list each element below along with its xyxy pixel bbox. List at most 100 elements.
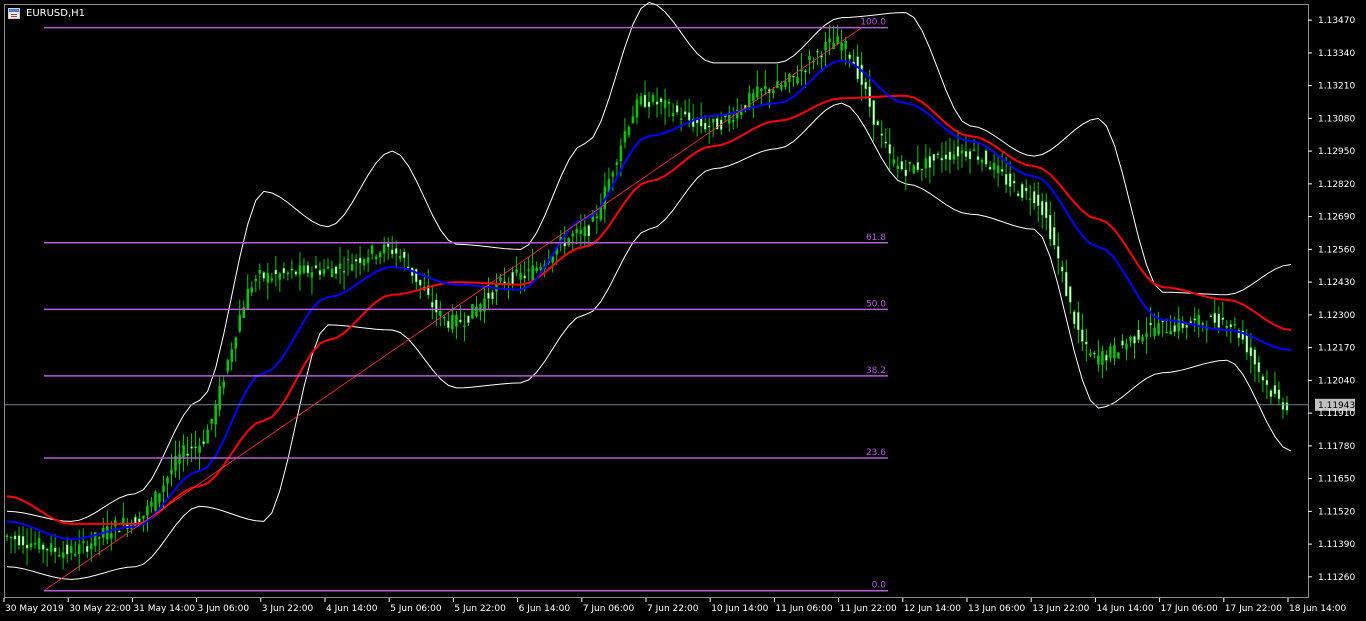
candle xyxy=(17,526,21,550)
candle xyxy=(77,529,81,571)
candle xyxy=(1221,302,1225,326)
candle xyxy=(222,375,225,395)
price-tick-label: 1.11910 xyxy=(1318,409,1355,419)
candle xyxy=(210,418,213,431)
candle xyxy=(888,128,891,171)
time-tick-label: 11 Jun 22:00 xyxy=(840,604,897,614)
candle xyxy=(1012,172,1016,193)
chart-window[interactable]: EURUSD,H1 100.0 61.8 50.0 38.2 23.6 0.0 1.119… xyxy=(0,0,1366,621)
candle xyxy=(443,315,446,326)
candle xyxy=(218,375,221,417)
price-tick-label: 1.11650 xyxy=(1318,475,1355,485)
candle xyxy=(707,117,711,144)
candle xyxy=(1145,317,1148,354)
candle xyxy=(1265,370,1269,399)
candle xyxy=(1089,349,1092,358)
candle xyxy=(872,99,875,142)
candle xyxy=(848,51,851,68)
candle xyxy=(860,52,863,101)
candle xyxy=(302,257,306,275)
candle xyxy=(1016,190,1020,197)
candle xyxy=(122,502,125,527)
candle xyxy=(274,256,278,287)
candle xyxy=(182,434,185,472)
candle xyxy=(202,429,205,447)
candle xyxy=(86,540,89,559)
candle xyxy=(174,440,177,478)
candle xyxy=(234,336,237,362)
candle xyxy=(575,222,579,245)
candle xyxy=(856,44,859,83)
candle xyxy=(407,253,410,269)
candle xyxy=(398,248,402,263)
candle xyxy=(792,75,795,87)
candle xyxy=(1081,313,1084,352)
candle xyxy=(1197,308,1200,338)
candle xyxy=(65,536,69,564)
candle xyxy=(330,260,334,278)
candle xyxy=(732,106,735,130)
candle xyxy=(439,301,442,327)
candle xyxy=(1028,184,1032,216)
candle xyxy=(1209,314,1212,317)
price-chart[interactable]: 100.0 61.8 50.0 38.2 23.6 0.0 1.11943 1.13470… xyxy=(0,0,1366,621)
candle xyxy=(294,270,298,277)
time-tick-label: 10 Jun 14:00 xyxy=(711,604,768,614)
candle xyxy=(1129,335,1132,348)
candle xyxy=(258,263,262,290)
price-tick-label: 1.11780 xyxy=(1318,442,1355,452)
candle xyxy=(984,148,988,168)
candle xyxy=(322,259,326,278)
candle xyxy=(1117,352,1120,359)
fibonacci-level-label: 38.2 xyxy=(866,366,886,376)
time-axis: 30 May 2019 30 May 22:00 31 May 14:00 3 Jun… xyxy=(3,598,1346,614)
candle xyxy=(431,286,434,320)
candle xyxy=(752,88,755,118)
time-tick-label: 11 Jun 06:00 xyxy=(775,604,832,614)
price-tick-label: 1.11390 xyxy=(1318,540,1355,550)
candle xyxy=(587,223,591,248)
candle xyxy=(904,159,908,191)
candle xyxy=(73,541,77,558)
candle xyxy=(110,521,113,551)
candle xyxy=(471,304,474,319)
candle xyxy=(1161,320,1164,337)
candle xyxy=(1101,345,1104,379)
candle xyxy=(194,431,197,460)
candle xyxy=(663,88,667,126)
candle xyxy=(988,161,992,171)
candle xyxy=(808,49,811,74)
candle xyxy=(282,262,286,279)
candle xyxy=(1233,317,1237,329)
candle xyxy=(1105,350,1108,371)
candle xyxy=(571,230,575,251)
candle xyxy=(33,531,37,549)
time-tick-label: 12 Jun 14:00 xyxy=(904,604,961,614)
candle xyxy=(671,103,675,122)
candle xyxy=(483,286,486,324)
candle xyxy=(226,358,229,375)
candle xyxy=(1073,309,1076,329)
candle xyxy=(796,65,799,86)
candle xyxy=(447,311,450,332)
price-tick-label: 1.12170 xyxy=(1318,344,1355,354)
candle xyxy=(350,253,354,272)
candle xyxy=(900,155,904,171)
candle xyxy=(186,436,189,466)
candle xyxy=(1177,306,1180,339)
current-price-layer: 1.11943 xyxy=(5,398,1355,411)
candle xyxy=(266,262,270,300)
candle xyxy=(326,258,330,270)
candle xyxy=(1249,333,1253,374)
candle xyxy=(1157,311,1160,337)
candle xyxy=(250,281,254,297)
candle xyxy=(1053,211,1056,250)
candle xyxy=(615,158,619,176)
candle xyxy=(9,535,13,554)
candle xyxy=(41,542,45,564)
candle xyxy=(230,342,233,371)
fibonacci-level-label: 100.0 xyxy=(860,18,886,28)
candle xyxy=(1036,182,1040,222)
price-tick-label: 1.11520 xyxy=(1318,507,1355,517)
candle xyxy=(1273,371,1277,398)
